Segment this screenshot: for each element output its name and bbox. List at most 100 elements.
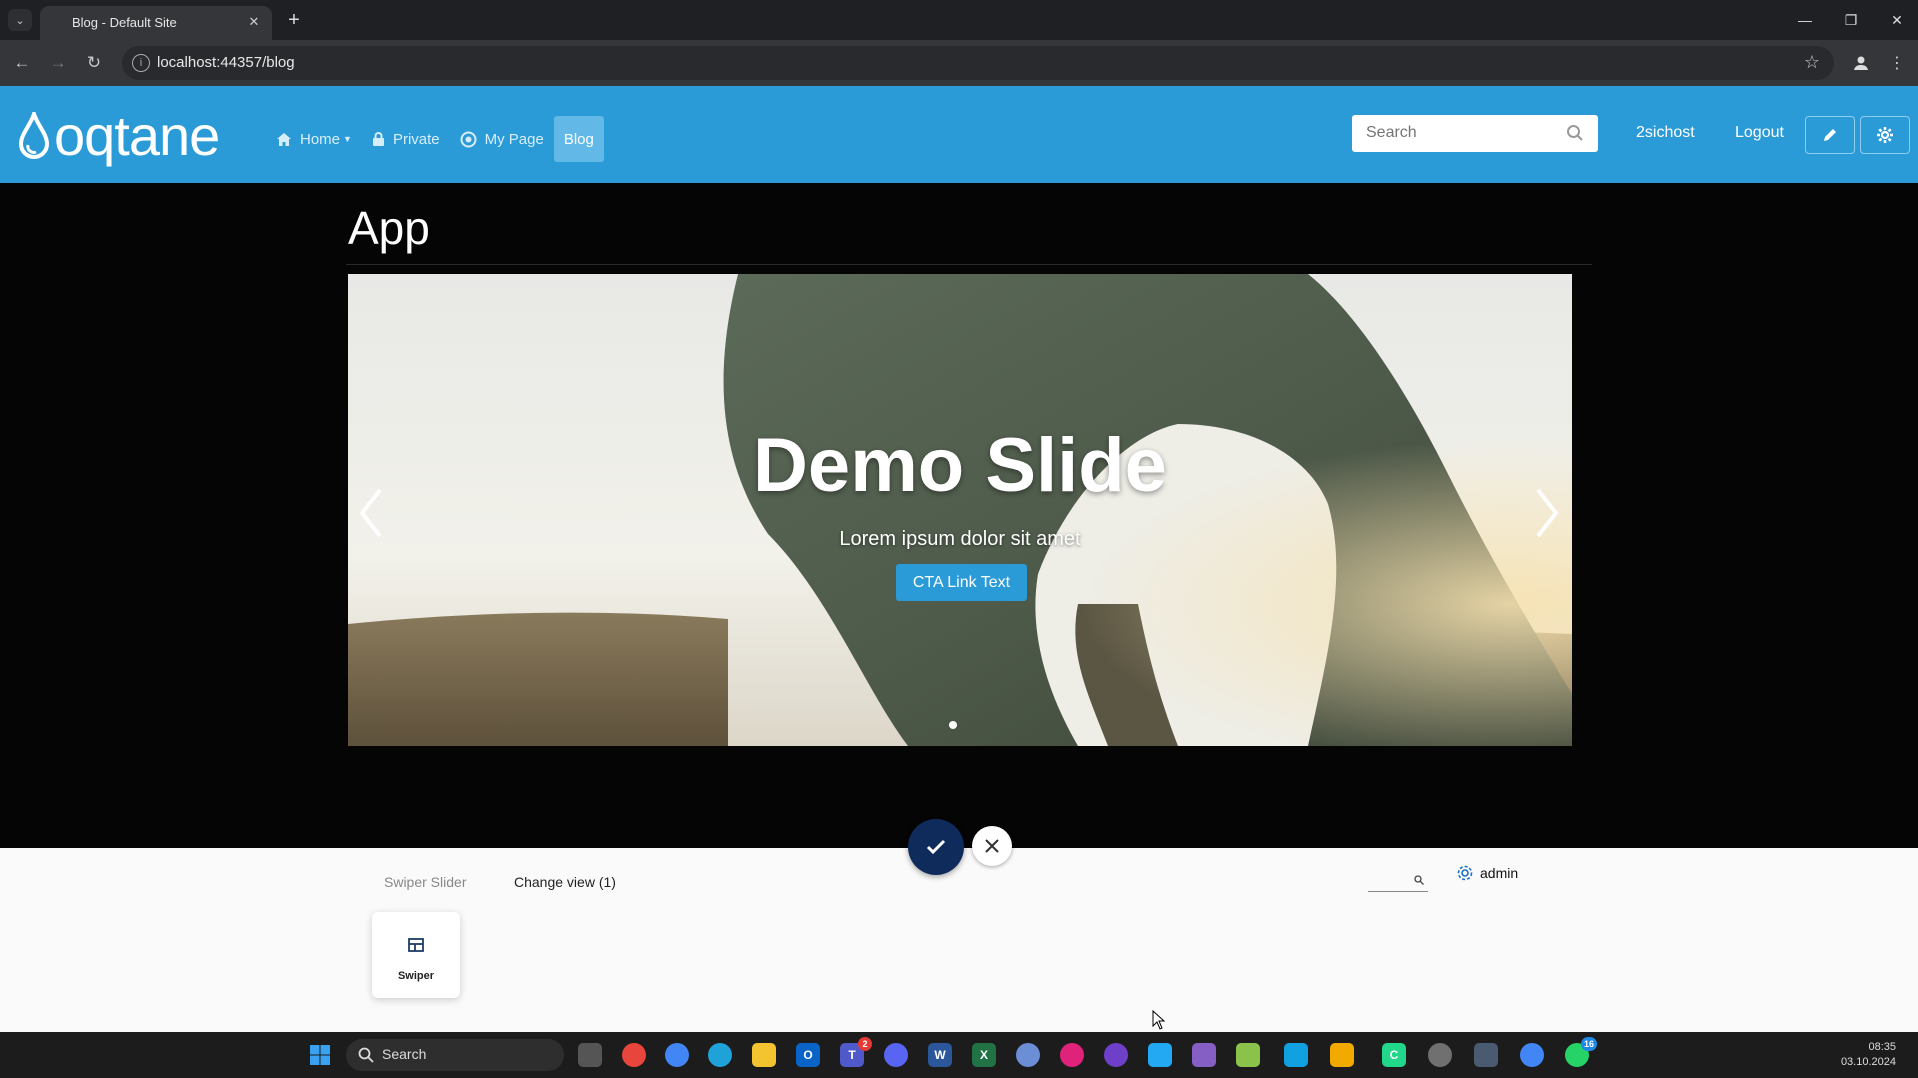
teams-badge: 2: [858, 1037, 872, 1051]
clock-time: 08:35: [1868, 1041, 1896, 1053]
visual-studio-icon[interactable]: [1192, 1043, 1216, 1067]
vscode-icon[interactable]: [1148, 1043, 1172, 1067]
chrome-canary-icon[interactable]: [622, 1043, 646, 1067]
url-text: localhost:44357/blog: [157, 54, 295, 71]
site-search: [1352, 115, 1598, 152]
chevron-right-icon[interactable]: [1532, 486, 1562, 540]
clock[interactable]: 08:35 03.10.2024: [1841, 1040, 1896, 1070]
title-divider: [346, 264, 1592, 265]
menu-item-private[interactable]: Private: [362, 116, 450, 162]
notepad-plus-icon[interactable]: [1236, 1043, 1260, 1067]
menu-item-home[interactable]: Home ▼: [266, 116, 362, 162]
menu-item-my-page[interactable]: My Page: [450, 116, 554, 162]
user-profile-link[interactable]: 2sichost: [1636, 124, 1695, 142]
discord-icon[interactable]: [884, 1043, 908, 1067]
pencil-icon: [1824, 129, 1836, 141]
clock-date: 03.10.2024: [1840, 1056, 1896, 1068]
home-icon: [277, 132, 291, 146]
menu-item-label: Blog: [563, 130, 594, 148]
gear-icon: [1457, 865, 1473, 881]
window-close-icon[interactable]: ✕: [1882, 8, 1912, 32]
browser-menu-icon[interactable]: ⋮: [1884, 50, 1910, 76]
forward-icon[interactable]: →: [46, 51, 70, 75]
windows-taskbar: Search O T2 W X C 16 08:35 03.10.2024: [0, 1032, 1918, 1078]
cancel-button[interactable]: [972, 826, 1012, 866]
slide-background-image: [348, 274, 1572, 746]
cta-button[interactable]: CTA Link Text: [896, 564, 1027, 601]
excel-icon[interactable]: X: [972, 1043, 996, 1067]
logo-text: oqtane: [54, 104, 220, 167]
settings-icon[interactable]: [1428, 1043, 1452, 1067]
panel-search-input[interactable]: [1368, 868, 1428, 892]
rider-icon[interactable]: C: [1382, 1043, 1406, 1067]
task-view-icon[interactable]: [578, 1043, 602, 1067]
lock-icon: [372, 132, 384, 146]
reload-icon[interactable]: ↻: [82, 51, 106, 75]
content-type-panel: Swiper Slider Change view (1) admin Swip…: [0, 848, 1918, 1032]
admin-label: admin: [1480, 865, 1519, 881]
slide-subtext: Lorem ipsum dolor sit amet: [839, 528, 1081, 550]
new-tab-button[interactable]: +: [282, 8, 306, 32]
outlook-icon[interactable]: O: [796, 1043, 820, 1067]
browser-tab[interactable]: Blog - Default Site ✕: [40, 6, 272, 40]
close-icon[interactable]: ✕: [244, 12, 264, 32]
bookmark-star-icon[interactable]: ☆: [1804, 52, 1820, 73]
profile-icon[interactable]: [1848, 50, 1874, 76]
windows-start-icon[interactable]: [308, 1043, 332, 1067]
bug-tool-icon[interactable]: [1060, 1043, 1084, 1067]
card-label: Swiper: [397, 970, 435, 982]
menu-item-blog[interactable]: Blog: [553, 116, 604, 162]
browser-tab-strip: ⌄ Blog - Default Site ✕ + — ❐ ✕: [0, 0, 1918, 40]
confirm-button[interactable]: [908, 819, 964, 875]
edit-mode-button[interactable]: [1805, 116, 1855, 154]
page-content: App Demo Slide Lorem ipsum dolor sit ame…: [0, 183, 1918, 848]
tab-search-button[interactable]: ⌄: [8, 9, 32, 31]
github-desktop-icon[interactable]: [1104, 1043, 1128, 1067]
back-icon[interactable]: ←: [10, 51, 34, 75]
restore-icon[interactable]: ❐: [1836, 8, 1866, 32]
menu-item-label: Home: [300, 130, 341, 148]
minimize-icon[interactable]: —: [1790, 8, 1820, 32]
browser-toolbar: ← → ↻ i localhost:44357/blog ☆ ⋮: [0, 40, 1918, 86]
mouse-cursor-icon: [1152, 1010, 1166, 1030]
taskbar-search[interactable]: Search: [346, 1039, 564, 1071]
logout-link[interactable]: Logout: [1735, 124, 1784, 142]
chevron-left-icon[interactable]: [356, 486, 386, 540]
site-logo[interactable]: oqtane: [18, 104, 220, 167]
slide-pagination-dot[interactable]: [949, 721, 957, 729]
chrome-icon[interactable]: [665, 1043, 689, 1067]
main-menu: Home ▼ Private My Page Blog: [266, 116, 604, 162]
control-panel-button[interactable]: [1860, 116, 1910, 154]
target-icon: [460, 131, 477, 147]
table-layout-icon: [408, 938, 424, 952]
swiper-content-card[interactable]: Swiper: [372, 912, 460, 998]
folder-sync-icon[interactable]: [1330, 1043, 1354, 1067]
gear-icon: [1877, 127, 1893, 143]
file-explorer-icon[interactable]: [752, 1043, 776, 1067]
chrome-active-icon[interactable]: [1520, 1043, 1544, 1067]
menu-item-label: My Page: [484, 130, 544, 148]
tab-change-view[interactable]: Change view (1): [514, 874, 616, 890]
tab-swiper-slider[interactable]: Swiper Slider: [384, 874, 466, 890]
close-icon: [985, 839, 999, 853]
slide-heading: Demo Slide: [753, 423, 1167, 508]
menu-item-label: Private: [392, 130, 440, 148]
site-info-icon[interactable]: i: [132, 54, 150, 72]
search-input[interactable]: [1366, 124, 1546, 142]
admin-menu[interactable]: admin: [1456, 864, 1518, 882]
page-title: App: [348, 202, 430, 254]
word-icon[interactable]: W: [928, 1043, 952, 1067]
remote-desktop-icon[interactable]: [1016, 1043, 1040, 1067]
search-icon: [1414, 875, 1424, 885]
tab-title: Blog - Default Site: [72, 15, 177, 30]
whatsapp-icon[interactable]: 16: [1565, 1037, 1597, 1067]
search-icon[interactable]: [1566, 124, 1584, 142]
store-icon[interactable]: [1284, 1043, 1308, 1067]
address-bar[interactable]: i localhost:44357/blog ☆: [122, 46, 1834, 80]
site-header: oqtane Home ▼ Private My Page Blog 2sich…: [0, 86, 1918, 183]
teams-icon[interactable]: T2: [840, 1037, 872, 1067]
swiper-slider[interactable]: Demo Slide Lorem ipsum dolor sit amet CT…: [348, 274, 1572, 746]
edge-icon[interactable]: [708, 1043, 732, 1067]
taskbar-search-label: Search: [382, 1046, 427, 1062]
calculator-icon[interactable]: [1474, 1043, 1498, 1067]
